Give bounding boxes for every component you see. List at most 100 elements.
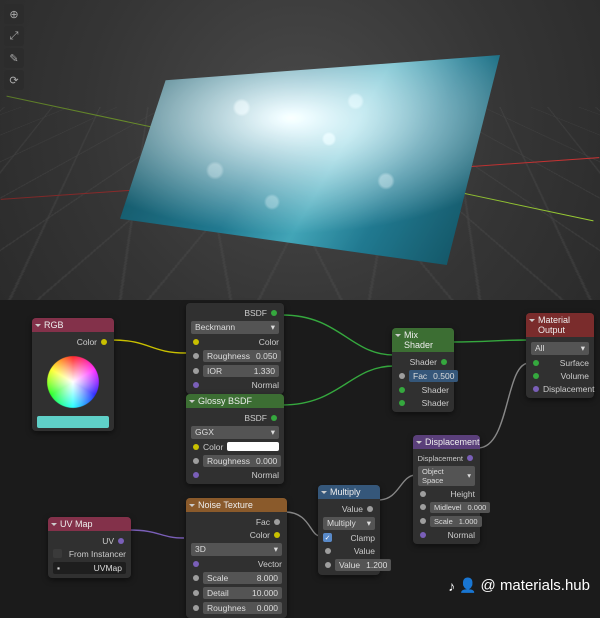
socket-surface-in[interactable] (533, 360, 539, 366)
node-noise-texture[interactable]: Noise Texture Fac Color 3D▾ Vector Scale… (186, 498, 287, 618)
socket-color-in[interactable] (193, 444, 199, 450)
roughness-field[interactable]: Roughnes0.000 (203, 602, 282, 614)
node-header[interactable]: Material Output (526, 313, 594, 337)
watermark: ♪ 👤 @ materials.hub (448, 577, 590, 594)
input-shader-label: Shader (422, 385, 449, 395)
node-material-output[interactable]: Material Output All▾ Surface Volume Disp… (526, 313, 594, 398)
socket-bsdf-out[interactable] (271, 310, 277, 316)
socket-bsdf-out[interactable] (271, 415, 277, 421)
input-displacement-label: Displacement (543, 384, 595, 394)
socket-scale-in[interactable] (193, 575, 199, 581)
socket-volume-in[interactable] (533, 373, 539, 379)
output-bsdf-label: BSDF (244, 308, 267, 318)
socket-color-in[interactable] (193, 339, 199, 345)
socket-shader1-in[interactable] (399, 387, 405, 393)
node-header[interactable]: UV Map (48, 517, 131, 531)
clamp-label: Clamp (350, 533, 375, 543)
input-height-label: Height (450, 489, 475, 499)
node-header[interactable]: Mix Shader (392, 328, 454, 352)
socket-roughness-in[interactable] (193, 353, 199, 359)
socket-color-out[interactable] (274, 532, 280, 538)
scale-field[interactable]: Scale1.000 (430, 516, 482, 527)
input-value-label: Value (354, 546, 375, 556)
scale-field[interactable]: Scale8.000 (203, 572, 282, 584)
node-header[interactable]: Multiply (318, 485, 380, 499)
socket-displacement-in[interactable] (533, 386, 539, 392)
node-header[interactable]: Glossy BSDF (186, 394, 284, 408)
tiktok-icon: ♪ (448, 578, 455, 594)
value2-field[interactable]: Value1.200 (335, 559, 391, 571)
tool-cursor-icon[interactable]: ⊕ (4, 4, 24, 24)
roughness-field[interactable]: Roughness0.000 (203, 455, 281, 467)
input-shader-label: Shader (422, 398, 449, 408)
tool-move-icon[interactable]: ⤢ (4, 26, 24, 46)
input-surface-label: Surface (560, 358, 589, 368)
output-bsdf-label: BSDF (244, 413, 267, 423)
color-swatch[interactable] (227, 442, 279, 451)
socket-value1-in[interactable] (325, 548, 331, 554)
input-normal-label: Normal (448, 530, 475, 540)
socket-scale-in[interactable] (420, 518, 426, 524)
socket-uv-out[interactable] (118, 538, 124, 544)
node-mix-shader[interactable]: Mix Shader Shader Fac0.500 Shader Shader (392, 328, 454, 412)
distribution-select[interactable]: Beckmann▾ (191, 321, 279, 334)
socket-normal-in[interactable] (193, 472, 199, 478)
node-header[interactable]: Noise Texture (186, 498, 287, 512)
socket-value2-in[interactable] (325, 562, 331, 568)
output-color-label: Color (77, 337, 97, 347)
shader-node-editor[interactable]: RGB Color BSDF Beckmann▾ Color Roughness… (0, 300, 600, 600)
input-vector-label: Vector (258, 559, 282, 569)
color-wheel[interactable] (42, 351, 104, 413)
from-instancer-checkbox[interactable] (53, 549, 62, 558)
socket-normal-in[interactable] (420, 532, 426, 538)
socket-height-in[interactable] (420, 491, 426, 497)
roughness-field[interactable]: Roughness0.050 (203, 350, 281, 362)
socket-ior-in[interactable] (193, 368, 199, 374)
fac-field[interactable]: Fac0.500 (409, 370, 458, 382)
node-glossy-bsdf[interactable]: Glossy BSDF BSDF GGX▾ Color Roughness0.0… (186, 394, 284, 484)
from-instancer-label: From Instancer (69, 549, 126, 559)
tool-rotate-icon[interactable]: ⟳ (4, 70, 24, 90)
socket-roughness-in[interactable] (193, 458, 199, 464)
socket-color-out[interactable] (101, 339, 107, 345)
node-glass-bsdf[interactable]: BSDF Beckmann▾ Color Roughness0.050 IOR1… (186, 303, 284, 394)
midlevel-field[interactable]: Midlevel0.000 (430, 502, 490, 513)
uvmap-select[interactable]: ▪UVMap (53, 562, 126, 574)
node-header[interactable]: Displacement (413, 435, 480, 449)
socket-vector-in[interactable] (193, 561, 199, 567)
node-rgb[interactable]: RGB Color (32, 318, 114, 431)
distribution-select[interactable]: GGX▾ (191, 426, 279, 439)
tool-annotate-icon[interactable]: ✎ (4, 48, 24, 68)
detail-field[interactable]: Detail10.000 (203, 587, 282, 599)
output-color-label: Color (250, 530, 270, 540)
ior-field[interactable]: IOR1.330 (203, 365, 279, 377)
socket-detail-in[interactable] (193, 590, 199, 596)
node-math-multiply[interactable]: Multiply Value Multiply▾ ✓Clamp Value Va… (318, 485, 380, 575)
socket-shader2-in[interactable] (399, 400, 405, 406)
viewport-toolbar: ⊕ ⤢ ✎ ⟳ (4, 4, 24, 90)
node-displacement[interactable]: Displacement Displacement Object Space▾ … (413, 435, 480, 544)
socket-value-out[interactable] (367, 506, 373, 512)
socket-shader-out[interactable] (441, 359, 447, 365)
output-fac-label: Fac (256, 517, 270, 527)
socket-midlevel-in[interactable] (420, 504, 426, 510)
socket-fac-in[interactable] (399, 373, 405, 379)
socket-roughness-in[interactable] (193, 605, 199, 611)
user-icon: 👤 (459, 577, 476, 594)
handle-text: @ materials.hub (481, 577, 590, 594)
operation-select[interactable]: Multiply▾ (323, 517, 375, 530)
clamp-checkbox[interactable]: ✓ (323, 533, 332, 542)
input-color-label: Color (259, 337, 279, 347)
input-color-label: Color (203, 442, 223, 452)
space-select[interactable]: Object Space▾ (418, 466, 475, 486)
target-select[interactable]: All▾ (531, 342, 589, 355)
color-swatch[interactable] (37, 416, 109, 428)
dimensions-select[interactable]: 3D▾ (191, 543, 282, 556)
socket-fac-out[interactable] (274, 519, 280, 525)
node-header[interactable]: RGB (32, 318, 114, 332)
node-uv-map[interactable]: UV Map UV From Instancer ▪UVMap (48, 517, 131, 578)
socket-normal-in[interactable] (193, 382, 199, 388)
viewport-3d[interactable]: ⊕ ⤢ ✎ ⟳ (0, 0, 600, 300)
input-normal-label: Normal (252, 470, 279, 480)
socket-disp-out[interactable] (467, 455, 473, 461)
